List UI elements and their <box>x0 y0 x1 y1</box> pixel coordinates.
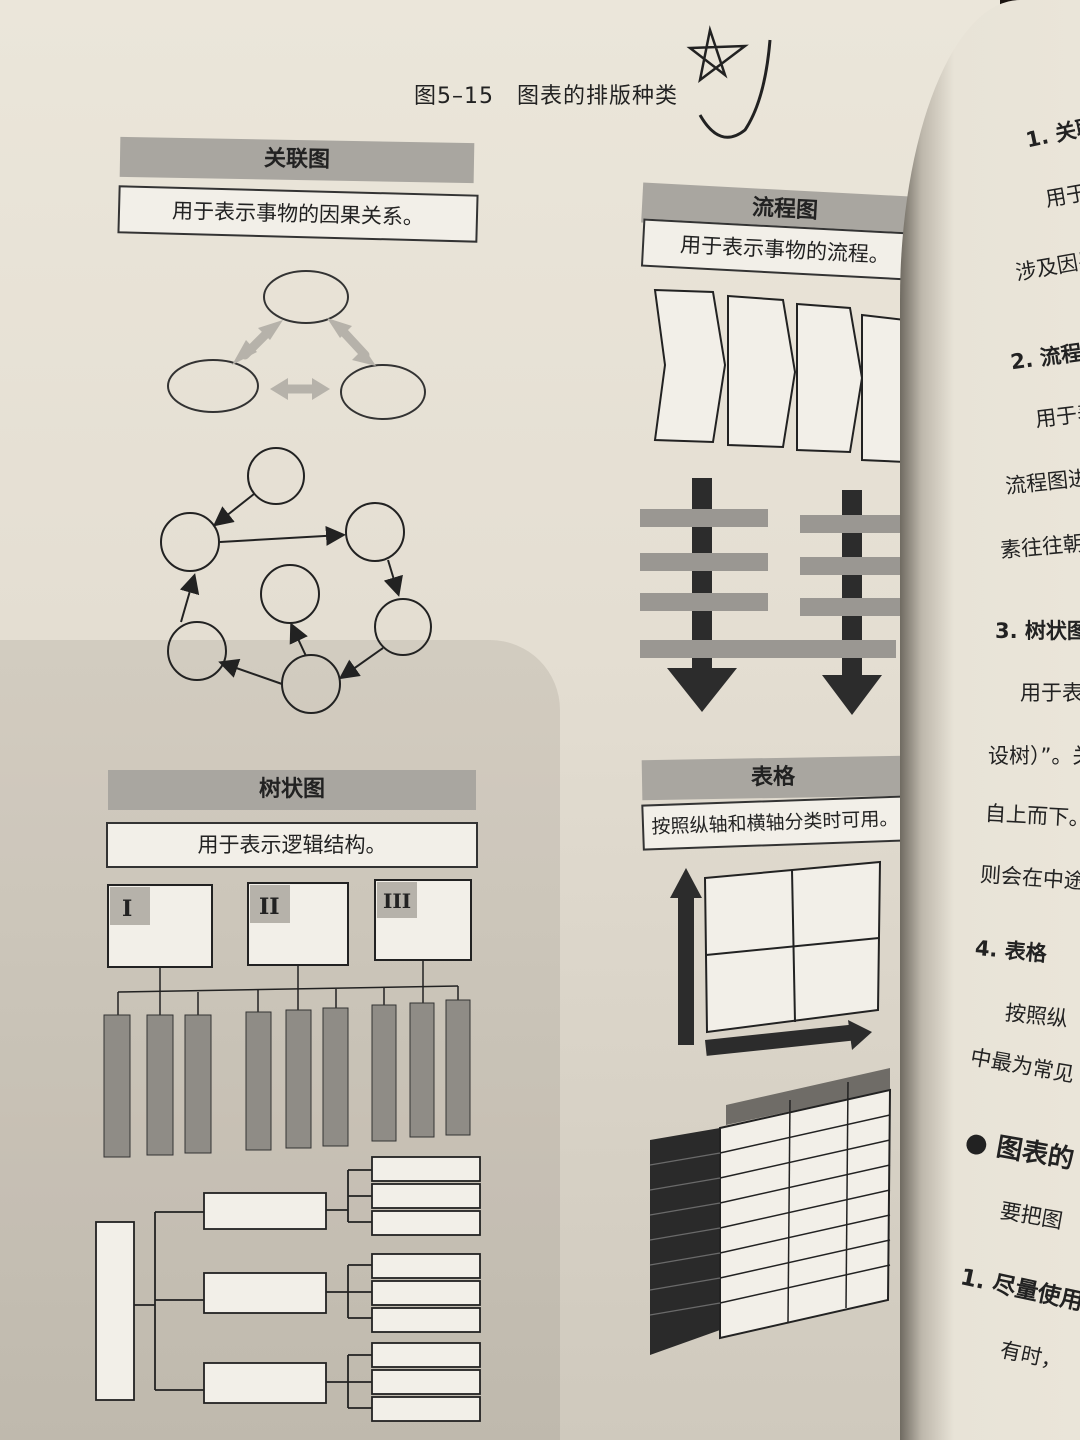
tree-box-label-2: II <box>259 894 280 920</box>
facing-line: 素往往朝着 <box>999 529 1080 563</box>
facing-line: 按照纵 <box>1003 1000 1069 1032</box>
tree-bottom-diagram <box>95 1156 481 1422</box>
facing-line: 要把图 <box>998 1198 1065 1234</box>
facing-line: 涉及因果 <box>1013 246 1080 286</box>
figure-diagrams: I II III <box>95 270 914 1422</box>
tree-box-label-1: I <box>122 896 132 922</box>
table-axis-grid <box>670 860 882 1056</box>
facing-line: 1. 关联图 <box>1023 109 1080 153</box>
relation-circle-network <box>160 447 432 714</box>
facing-line: 1. 尽量使用 <box>958 1264 1080 1316</box>
facing-line: 4. 表格 <box>974 935 1048 967</box>
facing-line: 设树）”。关 <box>988 744 1080 768</box>
facing-line: 则会在中途 <box>979 862 1080 894</box>
book-page: 图5–15 图表的排版种类 关联图 用于表示事物的因果关系。 流程图 用于表示事… <box>0 0 1000 1440</box>
facing-line: 流程图进行 <box>1004 463 1080 499</box>
facing-line: 用于表 <box>1033 400 1080 432</box>
tree-box-label-3: III <box>383 889 411 913</box>
facing-line: ● 图表的 <box>962 1126 1077 1176</box>
facing-line: 用于 <box>1043 180 1080 212</box>
facing-line: 自上而下。 <box>984 801 1080 831</box>
facing-line: 用于表 <box>1020 681 1080 705</box>
facing-line: 2. 流程图 <box>1008 337 1080 375</box>
facing-line: 3. 树状图 <box>995 619 1080 643</box>
flow-chevrons <box>653 288 914 464</box>
table-grid-diagram <box>649 1068 892 1355</box>
relation-ellipses-diagram <box>167 270 426 420</box>
facing-line: 中最为常见 <box>968 1045 1077 1087</box>
facing-page: 1. 关联图 用于 涉及因果 2. 流程图 用于表 流程图进行 素往往朝着 3.… <box>900 0 1080 1440</box>
flow-arrow-bars <box>640 478 904 715</box>
facing-line: 有时， <box>997 1337 1065 1375</box>
tree-top-diagram: I II III <box>103 879 472 1158</box>
